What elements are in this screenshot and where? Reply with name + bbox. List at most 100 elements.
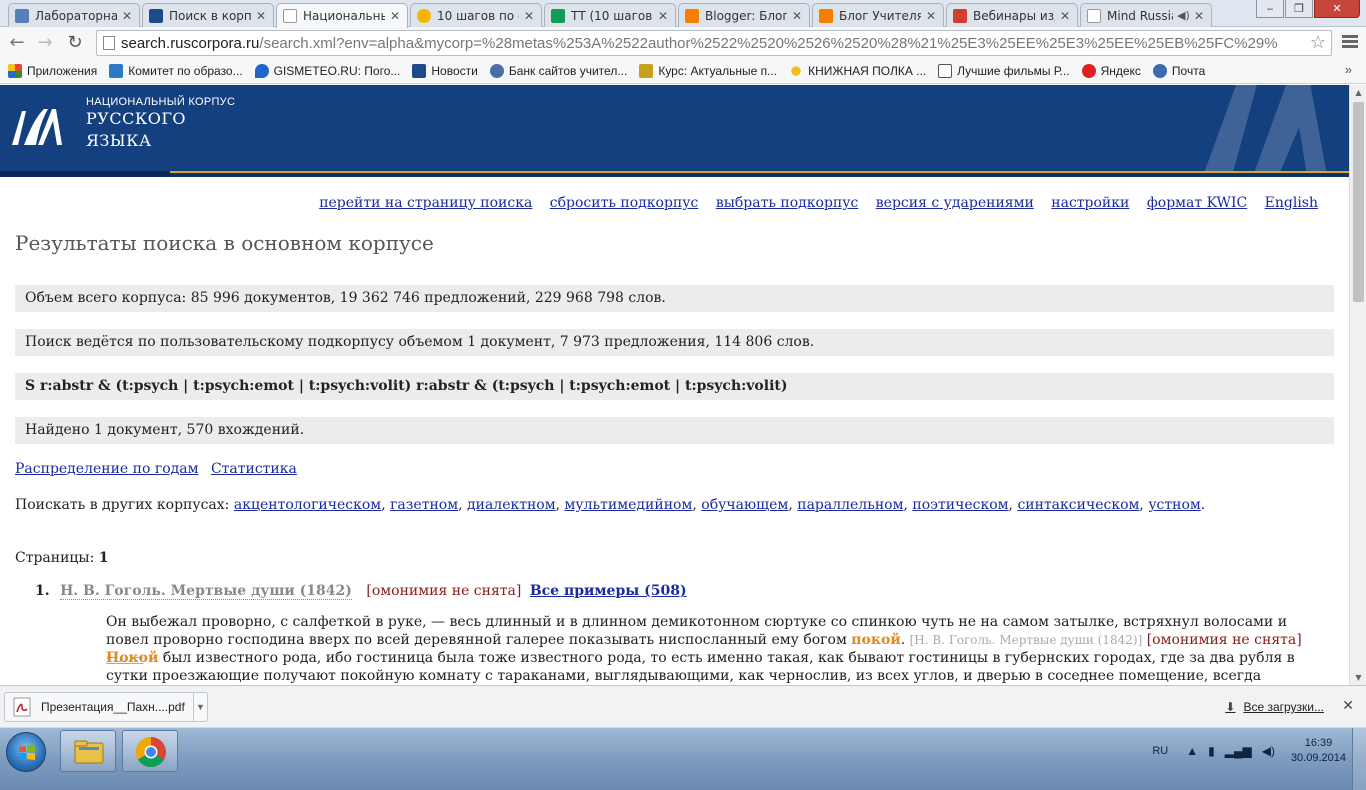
system-tray: RU ▲ ▮ ▂▄▆ ◀) 16:39 30.09.2014	[1152, 736, 1346, 766]
link-select-subcorpus[interactable]: выбрать подкорпус	[716, 195, 859, 211]
bookmark-bank-saitov[interactable]: Банк сайтов учител...	[489, 64, 627, 78]
site-logo-text[interactable]: НАЦИОНАЛЬНЫЙ КОРПУС РУССКОГО ЯЗЫКА	[86, 96, 235, 152]
tab-strip: Лабораторная ✕ Поиск в корпу ✕ Националь…	[0, 0, 1366, 28]
windows-logo-icon	[19, 745, 35, 760]
ruscorpora-logo-icon[interactable]	[8, 99, 66, 157]
close-tab-icon[interactable]: ✕	[389, 9, 401, 23]
link-stress-version[interactable]: версия с ударениями	[876, 195, 1034, 211]
link-english[interactable]: English	[1265, 195, 1318, 211]
bookmark-gismeteo[interactable]: GISMETEO.RU: Пого...	[254, 64, 400, 78]
close-tab-icon[interactable]: ✕	[791, 9, 803, 23]
blogger-icon	[685, 8, 699, 23]
close-window-button[interactable]: ✕	[1314, 0, 1360, 18]
link-kwic-format[interactable]: формат KWIC	[1147, 195, 1247, 211]
page-viewport: НАЦИОНАЛЬНЫЙ КОРПУС РУССКОГО ЯЗЫКА перей…	[0, 85, 1349, 685]
usb-device-icon[interactable]: ▮	[1208, 744, 1215, 758]
page-favicon-icon	[1087, 8, 1101, 23]
pagination: Страницы: 1	[15, 550, 109, 566]
chrome-taskbar-button[interactable]	[122, 730, 178, 772]
download-item[interactable]: Презентация__Пахн....pdf ▼	[4, 692, 208, 722]
close-tab-icon[interactable]: ✕	[925, 9, 937, 23]
close-tab-icon[interactable]: ✕	[523, 9, 535, 23]
close-tab-icon[interactable]: ✕	[1193, 9, 1205, 23]
address-bar[interactable]: search.ruscorpora.ru/search.xml?env=alph…	[96, 30, 1332, 56]
bookmark-favicon-icon	[412, 64, 427, 78]
volume-icon[interactable]: ◀)	[1262, 744, 1275, 758]
bookmark-novosti[interactable]: Новости	[412, 64, 478, 78]
download-arrow-icon: ⬇	[1225, 700, 1236, 714]
maximize-button[interactable]: ❐	[1285, 0, 1313, 18]
bookmark-apps[interactable]: Приложения	[8, 64, 97, 78]
tray-expand-icon[interactable]: ▲	[1186, 744, 1198, 758]
clock[interactable]: 16:39 30.09.2014	[1291, 736, 1346, 766]
bookmark-filmy[interactable]: Лучшие фильмы Р...	[938, 64, 1070, 78]
download-menu-chevron-icon[interactable]: ▼	[193, 693, 207, 721]
link-corpus-learning[interactable]: обучающем	[701, 497, 788, 513]
link-statistics[interactable]: Статистика	[211, 461, 297, 477]
bookmark-komitet[interactable]: Комитет по образо...	[109, 64, 243, 78]
start-button[interactable]	[6, 732, 46, 772]
bookmarks-more-chevron-icon[interactable]: »	[1345, 62, 1352, 77]
bookmark-star-icon[interactable]: ☆	[1310, 32, 1326, 53]
bookmarks-bar: Приложения Комитет по образо... GISMETEO…	[0, 59, 1366, 84]
bookmark-favicon-icon	[109, 64, 124, 78]
close-tab-icon[interactable]: ✕	[1059, 9, 1071, 23]
bookmark-knizhnaya-polka[interactable]: КНИЖНАЯ ПОЛКА ...	[789, 64, 926, 78]
close-tab-icon[interactable]: ✕	[657, 9, 669, 23]
spreadsheet-icon	[551, 8, 565, 23]
link-corpus-poetic[interactable]: поэтическом	[912, 497, 1008, 513]
hit-word: Покой	[106, 650, 159, 666]
moodle-icon	[639, 64, 654, 78]
link-corpus-parallel[interactable]: параллельном	[797, 497, 903, 513]
close-tab-icon[interactable]: ✕	[255, 9, 267, 23]
link-go-to-search[interactable]: перейти на страницу поиска	[319, 195, 532, 211]
logo-watermark-icon	[1204, 85, 1327, 173]
link-corpus-newspaper[interactable]: газетном	[390, 497, 458, 513]
tab-blogger[interactable]: Blogger: Блог ✕	[678, 3, 810, 27]
page-scrollbar[interactable]: ▲ ▼	[1349, 85, 1366, 685]
show-desktop-button[interactable]	[1352, 728, 1366, 790]
bookmark-yandex[interactable]: Яндекс	[1081, 64, 1141, 78]
url-host: search.ruscorpora.ru	[121, 34, 260, 52]
ruscorpora-favicon-icon	[149, 8, 163, 23]
input-language[interactable]: RU	[1152, 745, 1168, 757]
network-signal-icon[interactable]: ▂▄▆	[1225, 744, 1252, 758]
tab-mind-russia[interactable]: Mind Russia ◀) ✕	[1080, 3, 1212, 27]
back-arrow-icon[interactable]: ←	[6, 33, 28, 53]
found-info: Найдено 1 документ, 570 вхождений.	[15, 417, 1334, 444]
tab-nacionalny-active[interactable]: Национальны ✕	[276, 3, 408, 28]
minimize-button[interactable]: ‒	[1256, 0, 1284, 18]
bookmark-pochta[interactable]: Почта	[1152, 64, 1205, 78]
scroll-down-arrow-icon[interactable]: ▼	[1350, 670, 1366, 685]
all-examples-link[interactable]: Все примеры (508)	[530, 583, 687, 599]
page-title: Результаты поиска в основном корпусе	[15, 231, 434, 255]
close-tab-icon[interactable]: ✕	[121, 9, 133, 23]
explorer-taskbar-button[interactable]	[60, 730, 116, 772]
tab-blog-uchitelya[interactable]: Блог Учителя ✕	[812, 3, 944, 27]
chrome-menu-icon[interactable]	[1342, 35, 1358, 50]
link-settings[interactable]: настройки	[1051, 195, 1129, 211]
all-downloads-link[interactable]: ⬇ Все загрузки...	[1225, 700, 1324, 714]
close-download-shelf-icon[interactable]: ✕	[1342, 698, 1354, 714]
link-corpus-spoken[interactable]: устном	[1148, 497, 1200, 513]
link-corpus-accentological[interactable]: акцентологическом	[234, 497, 381, 513]
clock-date: 30.09.2014	[1290, 752, 1346, 764]
tab-10-shagov[interactable]: 10 шагов по с ✕	[410, 3, 542, 27]
link-corpus-dialect[interactable]: диалектном	[467, 497, 556, 513]
forward-arrow-icon[interactable]: →	[34, 33, 56, 53]
scrollbar-thumb[interactable]	[1353, 102, 1364, 302]
link-year-distribution[interactable]: Распределение по годам	[15, 461, 199, 477]
result-header: 1. Н. В. Гоголь. Мертвые души (1842) [ом…	[35, 583, 687, 600]
tab-tt[interactable]: ТТ (10 шагов) ✕	[544, 3, 676, 27]
tab-poisk[interactable]: Поиск в корпу ✕	[142, 3, 274, 27]
link-reset-subcorpus[interactable]: сбросить подкорпус	[550, 195, 699, 211]
result-doc-title[interactable]: Н. В. Гоголь. Мертвые души (1842)	[60, 583, 352, 600]
link-corpus-multimedia[interactable]: мультимедийном	[565, 497, 693, 513]
bookmark-kurs[interactable]: Курс: Актуальные п...	[639, 64, 777, 78]
scroll-up-arrow-icon[interactable]: ▲	[1350, 85, 1366, 100]
tab-laboratornaya[interactable]: Лабораторная ✕	[8, 3, 140, 27]
tab-vebinary[interactable]: Вебинары изд ✕	[946, 3, 1078, 27]
link-corpus-syntactic[interactable]: синтаксическом	[1017, 497, 1139, 513]
reload-icon[interactable]: ↻	[64, 33, 86, 53]
page-icon	[103, 36, 115, 50]
